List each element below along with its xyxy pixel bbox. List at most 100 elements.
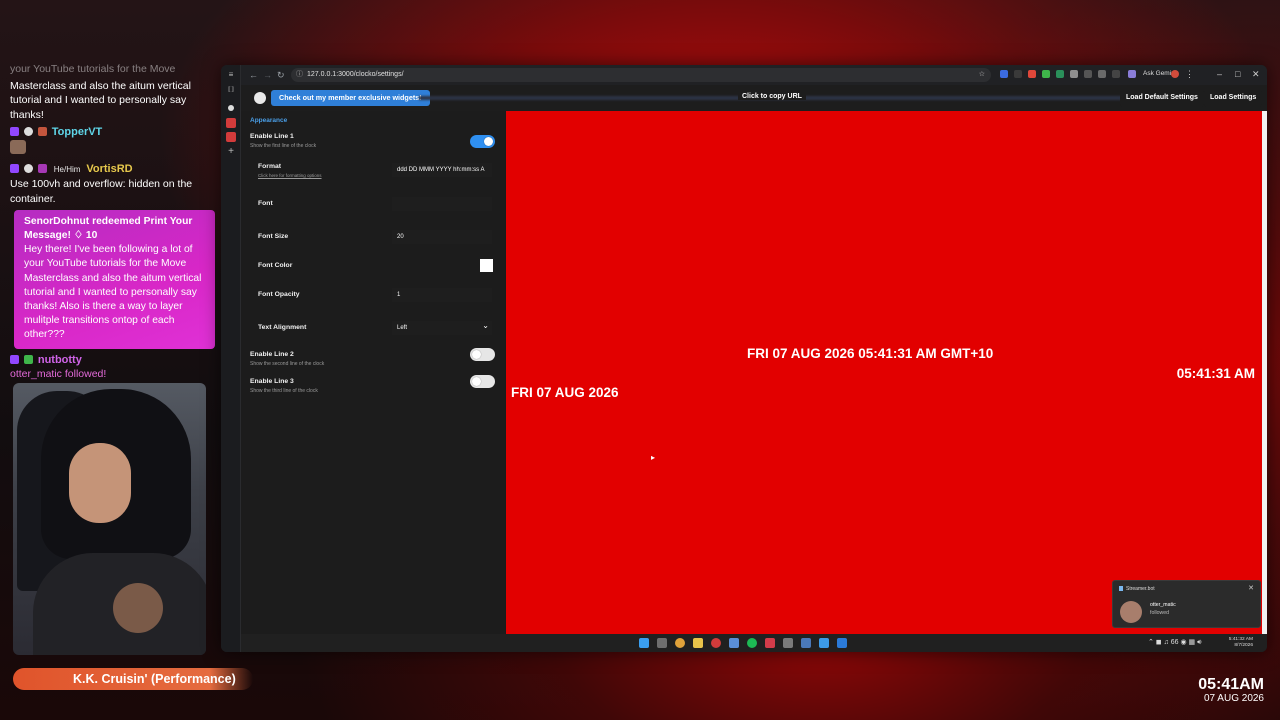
enable-line-2-label: Enable Line 2 <box>250 351 294 358</box>
format-row: Format Click here for formatting options… <box>250 163 500 178</box>
extension-icon[interactable] <box>1098 70 1106 78</box>
bookmark-star-icon[interactable]: ☆ <box>979 68 985 82</box>
extension-icon[interactable] <box>1056 70 1064 78</box>
new-tab-icon[interactable]: + <box>226 147 236 157</box>
extension-icon[interactable] <box>1042 70 1050 78</box>
load-default-settings-button[interactable]: Load Default Settings <box>1120 89 1204 107</box>
back-icon[interactable]: ← <box>249 70 258 80</box>
preview-line-center: FRI 07 AUG 2026 05:41:31 AM GMT+10 <box>747 346 994 361</box>
pronouns-label: He/Him <box>53 165 81 175</box>
sub-badge-icon <box>37 126 47 136</box>
page-scrollbar[interactable] <box>1262 111 1267 634</box>
file-explorer-icon[interactable] <box>693 638 703 648</box>
chat-username: nutbotty <box>37 353 82 366</box>
extension-icon[interactable] <box>1028 70 1036 78</box>
chrome-icon[interactable] <box>675 638 685 648</box>
font-color-label: Font Color <box>258 262 293 269</box>
font-opacity-input[interactable]: 1 <box>392 288 492 302</box>
tab-icon[interactable]: ⟦⟧ <box>226 85 236 95</box>
text-alignment-select[interactable]: Left <box>392 319 492 335</box>
notification-app-name: Streamer.bot <box>1126 586 1155 592</box>
enable-line-3-desc: Show the third line of the clock <box>250 388 318 394</box>
shirt-print <box>113 583 163 633</box>
settings-page: Check out my member exclusive widgets! C… <box>241 85 1267 652</box>
font-size-input[interactable]: 20 <box>392 230 492 244</box>
chat-message-continued: Masterclass and also the aitum vertical … <box>10 80 191 121</box>
webcam-feed <box>13 383 206 655</box>
tab-icon[interactable] <box>228 105 234 111</box>
spotify-icon[interactable] <box>747 638 757 648</box>
chat-username: VortisRD <box>86 163 133 176</box>
extension-icon[interactable] <box>1084 70 1092 78</box>
tab-icon[interactable] <box>226 118 236 128</box>
chat-username: TopperVT <box>51 125 103 138</box>
enable-line-2-desc: Show the second line of the clock <box>250 361 325 367</box>
load-settings-button[interactable]: Load Settings <box>1204 89 1263 107</box>
copy-url-button[interactable]: Click to copy URL <box>738 93 806 100</box>
taskbar-app-icon[interactable] <box>783 638 793 648</box>
section-heading: Appearance <box>250 117 288 124</box>
tab-list-icon[interactable]: ≡ <box>226 70 236 80</box>
chat-overlay: your YouTube tutorials for the Move Mast… <box>10 62 215 384</box>
taskbar-clock[interactable]: 5:41:32 AM 8/7/2026 <box>1229 637 1253 649</box>
enable-line-3-label: Enable Line 3 <box>250 378 294 385</box>
taskbar-app-icon[interactable] <box>729 638 739 648</box>
forward-icon[interactable]: → <box>263 70 272 80</box>
tab-icon[interactable] <box>226 132 236 142</box>
page-header: Check out my member exclusive widgets! C… <box>241 85 1267 111</box>
toast-notification[interactable]: Streamer.bot ✕ otter_matic followed <box>1112 580 1261 628</box>
vscode-icon[interactable] <box>837 638 847 648</box>
gemini-icon[interactable] <box>1128 70 1136 78</box>
taskbar-app-icon[interactable] <box>765 638 775 648</box>
obs-icon[interactable] <box>711 638 721 648</box>
enable-line-1-toggle[interactable] <box>470 135 495 148</box>
taskbar-app-icon[interactable] <box>657 638 667 648</box>
enable-line-3-toggle[interactable] <box>470 375 495 388</box>
profile-avatar[interactable] <box>1171 70 1179 78</box>
minimize-icon[interactable]: – <box>1217 69 1222 79</box>
streamer-face <box>69 443 131 523</box>
enable-line-2-toggle[interactable] <box>470 348 495 361</box>
font-input[interactable] <box>392 197 492 211</box>
format-input[interactable]: ddd DD MMM YYYY hh:mm:ss A <box>392 163 492 177</box>
enable-line-1-label: Enable Line 1 <box>250 133 294 140</box>
chat-message: nutbotty otter_matic followed! <box>10 353 215 381</box>
preview-line-right: 05:41:31 AM <box>1176 366 1255 381</box>
windows-taskbar: ⌃ ◼ ♫ 66 ◉ ▦ 🔊︎ 5:41:32 AM 8/7/2026 <box>241 634 1267 652</box>
reload-icon[interactable]: ↻ <box>277 70 285 80</box>
enable-line-1-desc: Show the first line of the clock <box>250 143 317 149</box>
redemption-body: Hey there! I've been following a lot of … <box>24 244 202 341</box>
menu-dots-icon[interactable]: ⋮ <box>1185 69 1194 80</box>
follow-event: otter_matic followed! <box>10 367 107 380</box>
taskbar-app-icon[interactable] <box>819 638 829 648</box>
maximize-icon[interactable]: □ <box>1235 69 1240 79</box>
start-windows-icon[interactable] <box>639 638 649 648</box>
extension-icon[interactable] <box>1000 70 1008 78</box>
taskbar-date: 8/7/2026 <box>1234 643 1253 648</box>
browser-toolbar: ← → ↻ ⓘ 127.0.0.1:3000/clocko/settings/ … <box>241 65 1267 85</box>
chat-message: TopperVT <box>10 125 215 159</box>
site-info-icon[interactable]: ⓘ <box>296 68 303 82</box>
chat-text: Use 100vh and overflow: hidden on the co… <box>10 178 193 205</box>
notification-close-icon[interactable]: ✕ <box>1248 584 1254 592</box>
text-alignment-value: Left <box>397 325 408 331</box>
stream-clock-date: 07 AUG 2026 <box>1203 693 1264 704</box>
notification-user: otter_matic <box>1150 602 1176 608</box>
system-tray[interactable]: ⌃ ◼ ♫ 66 ◉ ▦ 🔊︎ <box>1148 638 1202 647</box>
twitch-icon <box>10 126 19 136</box>
stream-clock: 05:41AM 07 AUG 2026 <box>1198 676 1264 704</box>
address-bar[interactable]: ⓘ 127.0.0.1:3000/clocko/settings/ ☆ <box>291 68 991 82</box>
font-color-swatch[interactable] <box>480 259 493 272</box>
extension-icon[interactable] <box>1014 70 1022 78</box>
emote-icon <box>10 140 26 155</box>
extension-icon[interactable] <box>1070 70 1078 78</box>
close-window-icon[interactable]: ✕ <box>1252 69 1260 80</box>
shield-badge-icon <box>23 164 33 174</box>
member-widgets-button[interactable]: Check out my member exclusive widgets! <box>271 90 430 106</box>
extension-icon[interactable] <box>1112 70 1120 78</box>
font-color-row: Font Color <box>250 259 500 272</box>
streamerbot-icon <box>1119 586 1123 591</box>
taskbar-app-icon[interactable] <box>801 638 811 648</box>
enable-line-3-row: Enable Line 3 Show the third line of the… <box>250 375 500 394</box>
redemption-card: SenorDohnut redeemed Print Your Message!… <box>14 209 215 349</box>
